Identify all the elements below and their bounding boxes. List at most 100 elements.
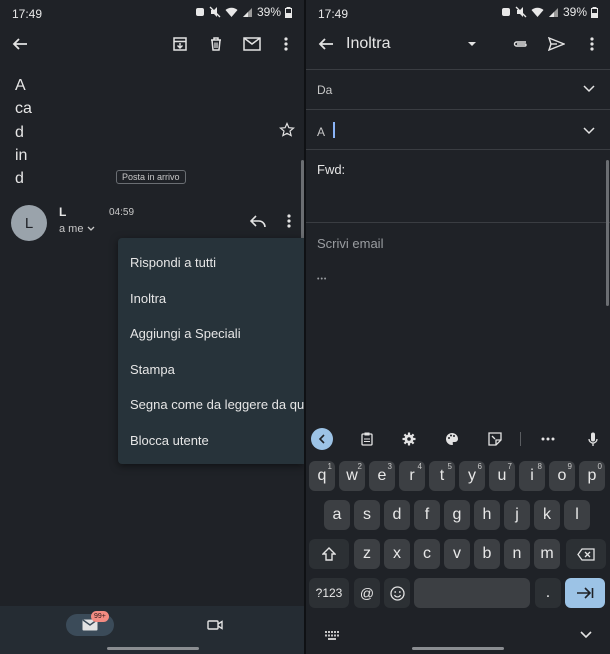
overflow-menu: Rispondi a tutti Inoltra Aggiungi a Spec…	[118, 238, 304, 464]
key-l[interactable]: l	[564, 500, 590, 530]
menu-item-reply-all[interactable]: Rispondi a tutti	[130, 255, 216, 270]
chevron-down-icon	[583, 85, 595, 93]
microphone-icon[interactable]	[582, 428, 604, 450]
back-arrow-icon[interactable]	[8, 32, 32, 56]
key-h[interactable]: h	[474, 500, 500, 530]
meet-video-icon[interactable]	[205, 614, 225, 636]
menu-item-block-user[interactable]: Blocca utente	[130, 433, 209, 448]
menu-item-forward[interactable]: Inoltra	[130, 291, 166, 306]
more-options-icon[interactable]	[276, 32, 296, 56]
key-b[interactable]: b	[474, 539, 500, 569]
key-hint: 3	[387, 462, 392, 471]
reply-icon[interactable]	[247, 210, 269, 232]
period-key[interactable]: .	[535, 578, 561, 608]
shift-key[interactable]	[309, 539, 349, 569]
key-y[interactable]: y6	[459, 461, 485, 491]
key-m[interactable]: m	[534, 539, 560, 569]
key-c[interactable]: c	[414, 539, 440, 569]
symbols-key[interactable]: ?123	[309, 578, 349, 608]
key-s[interactable]: s	[354, 500, 380, 530]
back-arrow-icon[interactable]	[314, 32, 338, 56]
clipboard-icon[interactable]	[356, 428, 378, 450]
key-a[interactable]: a	[324, 500, 350, 530]
menu-item-mark-unread[interactable]: Segna come da leggere da qui	[130, 397, 304, 412]
avatar[interactable]: L	[11, 205, 47, 241]
key-g[interactable]: g	[444, 500, 470, 530]
at-key[interactable]: @	[354, 578, 380, 608]
status-bar: 17:49 39%	[306, 0, 610, 28]
key-p[interactable]: p0	[579, 461, 605, 491]
more-toolbar-icon[interactable]	[537, 428, 559, 450]
backspace-key[interactable]	[566, 539, 606, 569]
hide-keyboard-icon[interactable]	[576, 626, 596, 644]
key-x[interactable]: x	[384, 539, 410, 569]
menu-item-print[interactable]: Stampa	[130, 362, 175, 377]
palette-icon[interactable]	[441, 428, 463, 450]
sticker-icon[interactable]	[484, 428, 506, 450]
chevron-down-icon	[583, 127, 595, 135]
enter-key[interactable]	[565, 578, 605, 608]
alarm-icon	[501, 8, 510, 16]
subject-field[interactable]: Fwd:	[306, 150, 610, 222]
message-more-icon[interactable]	[279, 210, 299, 232]
key-u[interactable]: u7	[489, 461, 515, 491]
battery-percent: 39%	[256, 5, 281, 19]
inbox-label-badge[interactable]: Posta in arrivo	[116, 170, 186, 184]
key-hint: 4	[417, 462, 422, 471]
keyboard-switch-icon[interactable]	[322, 627, 342, 643]
status-time: 17:49	[318, 7, 349, 21]
key-label: o	[557, 467, 567, 484]
caret-down-icon[interactable]	[464, 34, 480, 54]
key-i[interactable]: i8	[519, 461, 545, 491]
key-j[interactable]: j	[504, 500, 530, 530]
archive-icon[interactable]	[168, 32, 192, 56]
from-field[interactable]: Da	[306, 70, 610, 109]
scrollbar[interactable]	[606, 160, 609, 306]
key-r[interactable]: r4	[399, 461, 425, 491]
battery-icon	[285, 6, 292, 18]
delete-icon[interactable]	[204, 32, 228, 56]
more-options-icon[interactable]	[582, 32, 602, 56]
status-time: 17:49	[12, 7, 43, 21]
key-z[interactable]: z	[354, 539, 380, 569]
key-label: r	[409, 467, 415, 484]
subject-fragment: A	[15, 77, 26, 94]
key-d[interactable]: d	[384, 500, 410, 530]
email-view-screen: 17:49 39% A ca d in d Posta in arrivo L	[0, 0, 304, 654]
key-f[interactable]: f	[414, 500, 440, 530]
mark-unread-icon[interactable]	[240, 32, 264, 56]
recipient-details[interactable]: a me	[59, 223, 95, 235]
key-q[interactable]: q1	[309, 461, 335, 491]
star-icon[interactable]	[277, 120, 297, 140]
subject-fragment: in	[15, 146, 28, 164]
key-v[interactable]: v	[444, 539, 470, 569]
key-hint: 8	[537, 462, 542, 471]
body-field[interactable]: Scrivi email	[306, 223, 610, 273]
key-n[interactable]: n	[504, 539, 530, 569]
key-hint: 9	[567, 462, 572, 471]
key-o[interactable]: o9	[549, 461, 575, 491]
send-icon[interactable]	[544, 32, 568, 56]
key-hint: 2	[357, 462, 362, 471]
subject-fragment: d	[15, 123, 24, 141]
attach-icon[interactable]	[509, 32, 533, 56]
show-quoted-text[interactable]: •••	[317, 276, 327, 283]
key-label: q	[317, 467, 327, 484]
key-hint: 5	[447, 462, 452, 471]
key-t[interactable]: t5	[429, 461, 455, 491]
wifi-icon	[225, 7, 238, 17]
to-field[interactable]: A	[306, 110, 610, 149]
key-e[interactable]: e3	[369, 461, 395, 491]
body-placeholder: Scrivi email	[317, 236, 384, 251]
key-w[interactable]: w2	[339, 461, 365, 491]
settings-gear-icon[interactable]	[398, 428, 420, 450]
email-time: 04:59	[109, 207, 135, 218]
spacebar[interactable]	[414, 578, 530, 608]
emoji-key[interactable]	[384, 578, 410, 608]
key-label: y	[468, 467, 476, 484]
key-k[interactable]: k	[534, 500, 560, 530]
collapse-toolbar-button[interactable]	[311, 428, 333, 450]
key-hint: 7	[507, 462, 512, 471]
wifi-icon	[531, 7, 544, 17]
menu-item-add-starred[interactable]: Aggiungi a Speciali	[130, 326, 241, 341]
